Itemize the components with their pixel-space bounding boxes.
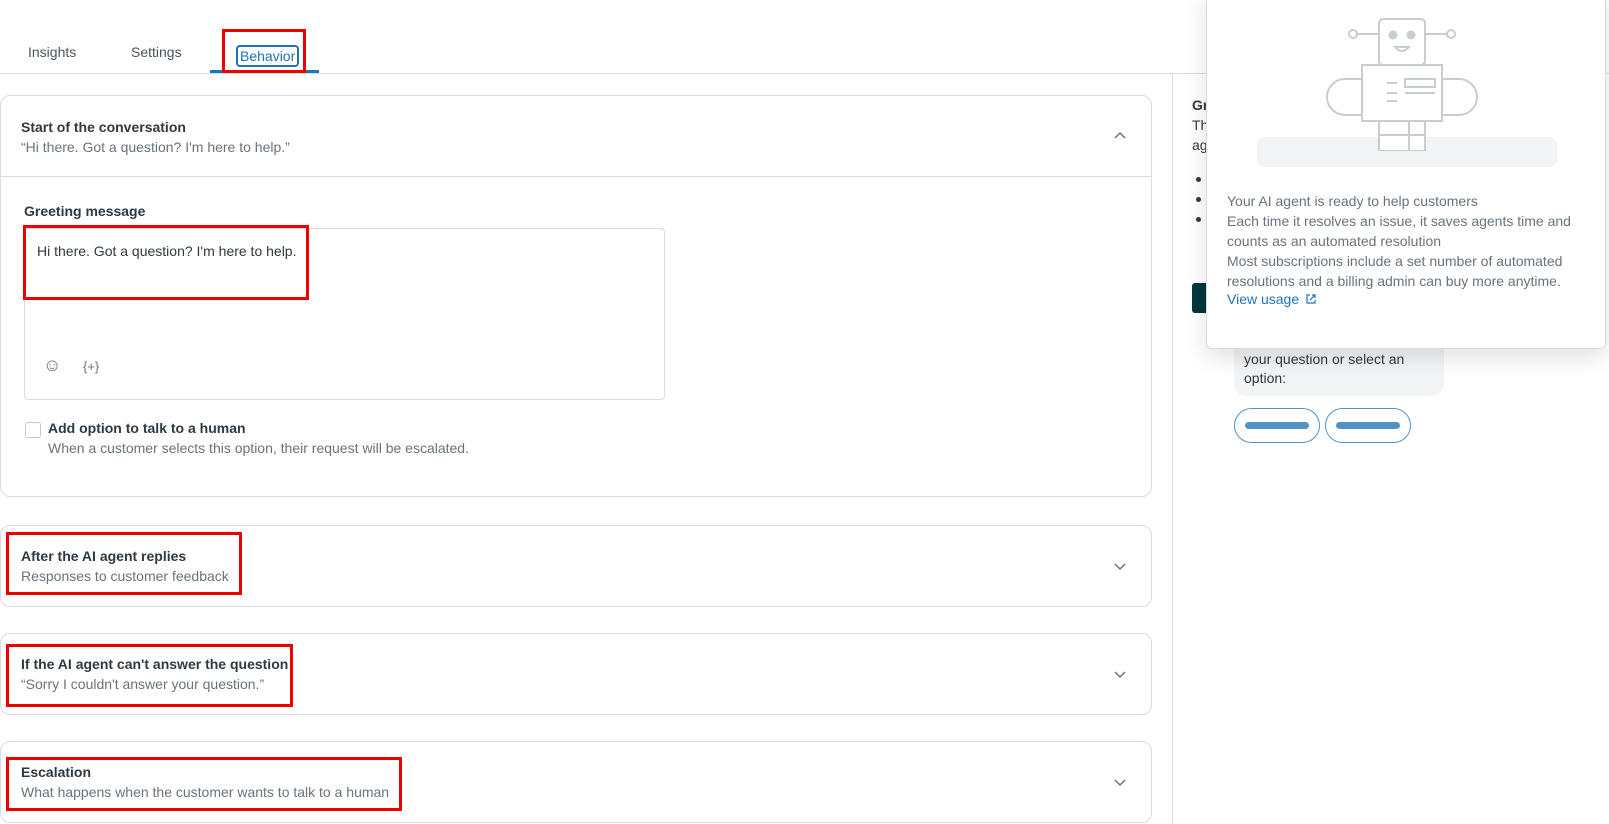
view-usage-label: View usage [1227, 291, 1300, 307]
bullet-point [1196, 217, 1201, 222]
card-subtitle: “Hi there. Got a question? I'm here to h… [21, 139, 290, 155]
after-agent-replies-card[interactable]: After the AI agent replies Responses to … [0, 525, 1152, 607]
bullet-point [1196, 197, 1201, 202]
preview-divider [1172, 74, 1173, 824]
card-subtitle: What happens when the customer wants to … [21, 784, 390, 800]
chevron-down-icon[interactable] [1113, 559, 1127, 573]
popover-body: Your AI agent is ready to help customers… [1227, 191, 1587, 291]
chat-bubble-text: your question or select an option: [1244, 351, 1405, 386]
tab-settings[interactable]: Settings [131, 44, 182, 60]
view-usage-link[interactable]: View usage [1227, 291, 1317, 307]
card-subtitle: “Sorry I couldn't answer your question.” [21, 676, 265, 692]
agent-avatar [1192, 283, 1206, 313]
card-divider [1, 176, 1151, 177]
chevron-down-icon[interactable] [1113, 775, 1127, 789]
talk-to-human-hint: When a customer selects this option, the… [48, 440, 469, 456]
popover-line: Your AI agent is ready to help customers [1227, 193, 1478, 209]
active-tab-indicator [210, 70, 319, 73]
chevron-up-icon[interactable] [1113, 129, 1127, 143]
card-subtitle: Responses to customer feedback [21, 568, 229, 584]
external-link-icon [1306, 294, 1316, 304]
tab-behavior[interactable]: Behavior [236, 45, 300, 67]
card-title: Start of the conversation [21, 119, 186, 135]
tab-insights[interactable]: Insights [28, 44, 76, 60]
option-button-placeholder [1325, 408, 1411, 443]
greeting-message-textarea[interactable]: Hi there. Got a question? I'm here to he… [24, 228, 665, 400]
card-title: After the AI agent replies [21, 548, 187, 564]
chevron-down-icon[interactable] [1113, 667, 1127, 681]
card-title: If the AI agent can't answer the questio… [21, 656, 289, 672]
option-button-placeholder [1234, 408, 1320, 443]
greeting-message-label: Greeting message [24, 203, 146, 219]
escalation-card[interactable]: Escalation What happens when the custome… [0, 741, 1152, 823]
bullet-point [1196, 177, 1201, 182]
emoji-icon[interactable]: ☺ [43, 355, 61, 376]
start-of-conversation-header[interactable]: Start of the conversation “Hi there. Got… [1, 96, 1151, 176]
ai-agent-ready-popover: Your AI agent is ready to help customers… [1206, 0, 1606, 349]
cant-answer-card[interactable]: If the AI agent can't answer the questio… [0, 633, 1152, 715]
talk-to-human-checkbox[interactable] [25, 422, 41, 438]
card-title: Escalation [21, 764, 92, 780]
robot-illustration-icon [1326, 18, 1478, 151]
greeting-message-value: Hi there. Got a question? I'm here to he… [37, 243, 297, 259]
popover-line: Each time it resolves an issue, it saves… [1227, 213, 1571, 249]
variable-icon[interactable]: {+} [83, 359, 99, 374]
popover-line: Most subscriptions include a set number … [1227, 253, 1563, 289]
talk-to-human-label[interactable]: Add option to talk to a human [48, 420, 246, 436]
start-of-conversation-card: Start of the conversation “Hi there. Got… [0, 95, 1152, 497]
